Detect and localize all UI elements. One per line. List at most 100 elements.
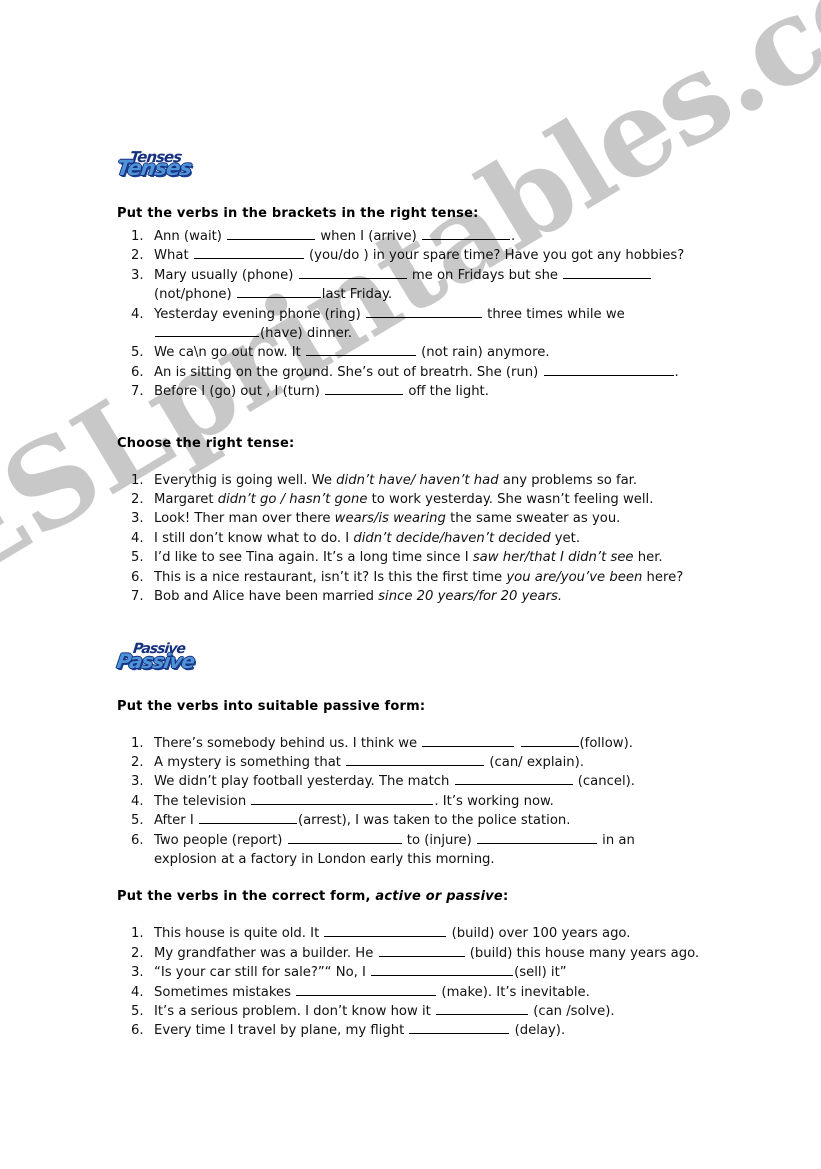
section-3-list: 1. There’s somebody behind us. I think we… — [117, 734, 717, 870]
question-text: Every time I travel by plane, my flight — [154, 1023, 409, 1039]
question-text: After I — [154, 813, 198, 829]
question-text: (sell) it” — [514, 965, 567, 981]
answer-blank[interactable] — [378, 944, 465, 957]
answer-blank[interactable] — [543, 363, 674, 376]
answer-blank[interactable] — [421, 227, 510, 240]
question-text: I still don’t know what to do. I — [154, 530, 354, 546]
question-text: (build) over 100 years ago. — [447, 926, 631, 942]
answer-blank[interactable] — [409, 1021, 510, 1035]
question-text: . — [510, 229, 516, 244]
answer-blank[interactable] — [422, 734, 515, 747]
question-text: Before I (go) out , I (turn) — [154, 384, 325, 400]
answer-blank[interactable] — [236, 285, 321, 299]
section-2-heading: Choose the right tense: — [117, 435, 295, 451]
answer-blank[interactable] — [193, 246, 304, 260]
question-text: here? — [642, 569, 684, 585]
answer-choices[interactable]: didn’t have/ haven’t had — [336, 473, 498, 488]
question-number: 5. — [131, 1003, 144, 1019]
question-text: (can /solve). — [529, 1003, 615, 1019]
question-text: (make). It’s inevitable. — [437, 984, 590, 1000]
question-text: Sometimes mistakes — [154, 984, 296, 1000]
question-item: 4. I still don’t know what to do. I didn’… — [117, 529, 717, 548]
question-number: 5. — [131, 550, 144, 566]
section-1-list: 1. Ann (wait) when I (arrive) . 2. What (yo… — [117, 227, 717, 402]
question-text: It’s a serious problem. I don’t know how… — [154, 1003, 436, 1019]
answer-blank[interactable] — [298, 266, 407, 279]
question-text: This is a nice restaurant, isn’t it? Is … — [154, 569, 507, 585]
question-text: My grandfather was a builder. He — [154, 945, 378, 961]
question-text: A mystery is something that — [154, 754, 346, 770]
question-text: . — [674, 364, 679, 380]
question-number: 1. — [131, 926, 144, 942]
question-item: 6. This is a nice restaurant, isn’t it? I… — [117, 568, 717, 587]
answer-blank[interactable] — [287, 831, 402, 844]
tenses-logo: Tenses Tenses — [115, 148, 267, 182]
passive-logo-front-text: Passive — [115, 648, 196, 673]
question-item: 6. Every time I travel by plane, my fligh… — [117, 1021, 717, 1040]
answer-blank[interactable] — [476, 831, 597, 844]
answer-blank[interactable] — [251, 792, 434, 805]
question-number: 6. — [131, 364, 144, 380]
answer-blank[interactable] — [436, 1002, 529, 1015]
question-number: 1. — [131, 229, 144, 244]
answer-choices[interactable]: you are/you’ve been — [506, 570, 642, 585]
question-item: 2. Margaret didn’t go / hasn’t gone to wo… — [117, 490, 717, 509]
tenses-logo-front-text: Tenses — [115, 156, 193, 180]
answer-blank[interactable] — [325, 382, 404, 396]
question-text: Mary usually (phone) — [154, 267, 298, 283]
question-text: the same sweater as you. — [445, 511, 621, 527]
question-text: (follow). — [579, 735, 633, 751]
question-text: (arrest), I was taken to the police stat… — [297, 813, 571, 829]
question-text: (delay). — [510, 1023, 566, 1039]
answer-blank[interactable] — [324, 924, 447, 938]
answer-blank[interactable] — [365, 305, 482, 318]
answer-blank[interactable] — [227, 227, 316, 240]
answer-blank[interactable] — [198, 811, 297, 825]
question-number: 6. — [131, 569, 144, 585]
question-number: 3. — [131, 511, 144, 527]
question-text: “Is your car still for sale?”“ No, I — [154, 965, 371, 981]
answer-blank[interactable] — [454, 772, 573, 786]
answer-blank[interactable] — [371, 963, 514, 977]
question-text: Yesterday evening phone (ring) — [154, 306, 365, 322]
answer-choices[interactable]: didn’t decide/haven’t decided — [353, 531, 550, 546]
question-number: 6. — [131, 832, 144, 848]
question-text: What — [154, 248, 193, 264]
answer-choices[interactable]: since 20 years/for 20 years. — [378, 589, 562, 604]
answer-choices[interactable]: saw her/that I didn’t see — [473, 550, 634, 565]
question-item: 6. Two people (report) to (injure) in an e… — [117, 831, 717, 870]
section-4-heading: Put the verbs in the correct form, activ… — [117, 889, 717, 904]
question-item: 2. What (you/do ) in your spare time? Hav… — [117, 246, 717, 265]
question-text: (you/do ) in your spare time? Have you g… — [304, 248, 685, 264]
question-item: 7. Bob and Alice have been married since … — [117, 587, 717, 606]
section-4-heading-italic: active or passive — [375, 889, 503, 905]
question-item: 5. After I (arrest), I was taken to the p… — [117, 811, 717, 830]
worksheet-content: Tenses Tenses Put the verbs in the brack… — [115, 148, 717, 1041]
question-text: We didn’t play football yesterday. The m… — [154, 774, 454, 790]
question-number: 2. — [131, 754, 144, 770]
answer-blank[interactable] — [563, 266, 652, 279]
question-item: 3. We didn’t play football yesterday. The… — [117, 772, 717, 791]
question-item: 5. I’d like to see Tina again. It’s a lo… — [117, 548, 717, 567]
answer-blank[interactable] — [296, 983, 437, 996]
question-number: 7. — [131, 589, 144, 605]
question-text: explosion at a factory in London early t… — [154, 851, 495, 867]
answer-blank[interactable] — [520, 734, 579, 747]
question-text: An is sitting on the ground. She’s out o… — [154, 364, 543, 380]
answer-blank[interactable] — [346, 753, 485, 766]
section-2-list: 1. Everythig is going well. We didn’t hav… — [117, 471, 717, 607]
question-text: Ann (wait) — [154, 229, 227, 244]
answer-blank[interactable] — [155, 324, 259, 338]
question-item: 5. It’s a serious problem. I don’t know h… — [117, 1002, 717, 1021]
answer-choices[interactable]: wears/is wearing — [335, 511, 446, 526]
question-text: (can/ explain). — [485, 754, 584, 770]
answer-choices[interactable]: didn’t go / hasn’t gone — [218, 492, 368, 507]
answer-blank[interactable] — [305, 343, 416, 357]
question-text: I’d like to see Tina again. It’s a long … — [154, 550, 473, 566]
question-text: last Friday. — [321, 287, 393, 303]
question-text: . It’s working now. — [434, 793, 554, 809]
question-item: 1. Ann (wait) when I (arrive) . — [117, 227, 717, 246]
